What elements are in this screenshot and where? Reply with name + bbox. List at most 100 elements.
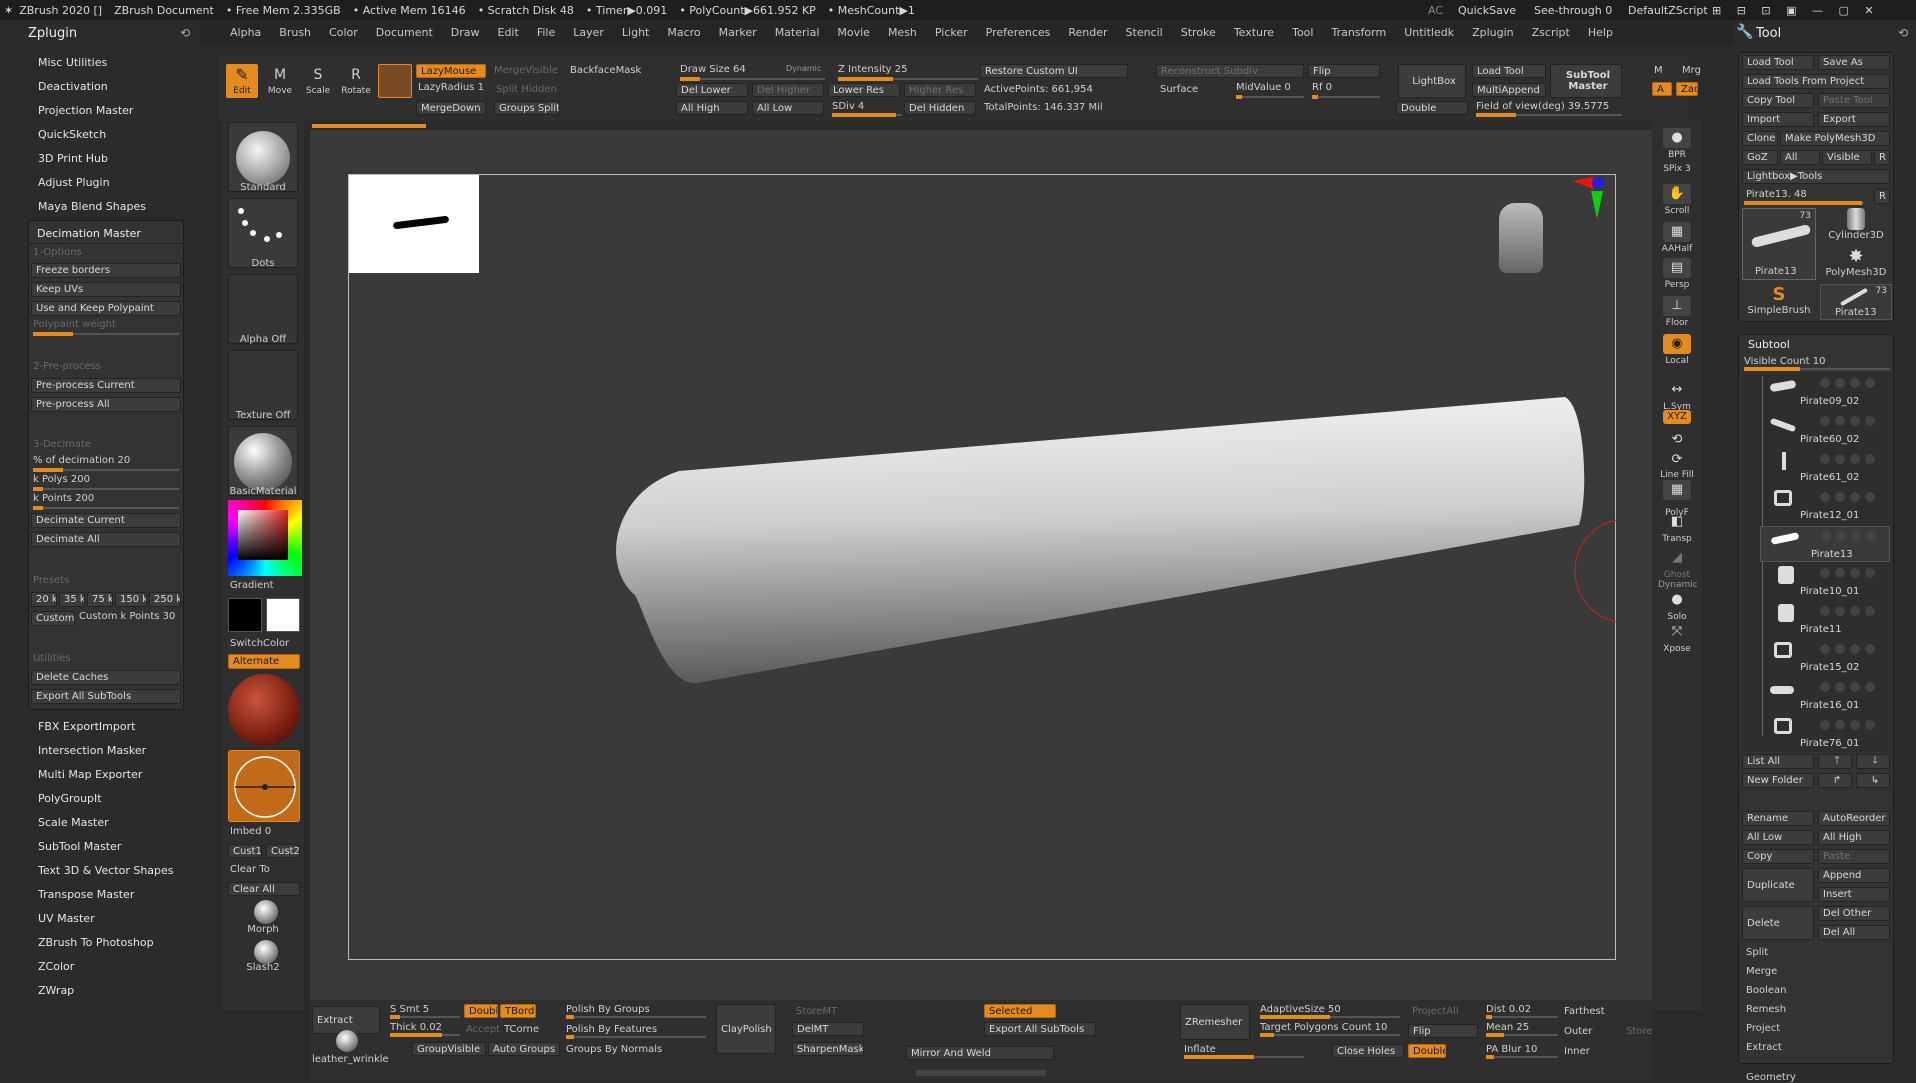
solo-button[interactable]: ● Solo — [1658, 590, 1696, 622]
plugin-transpose-master[interactable]: Transpose Master — [38, 888, 134, 901]
dist-slider[interactable]: Dist 0.02 — [1486, 1004, 1531, 1015]
delhigher-button[interactable]: Del Higher — [752, 83, 824, 97]
paste-tool-button[interactable]: Paste Tool — [1818, 93, 1890, 108]
menu-document[interactable]: Document — [376, 26, 433, 39]
plugin-uv-master[interactable]: UV Master — [38, 912, 95, 925]
menu-transform[interactable]: Transform — [1331, 26, 1386, 39]
copy-tool-button[interactable]: Copy Tool — [1742, 93, 1814, 108]
preprocess-all-button[interactable]: Pre-process All — [31, 397, 181, 412]
tcorne-toggle[interactable]: TCorne — [504, 1024, 539, 1035]
preset-75k[interactable]: 75 k — [87, 592, 113, 607]
subtool-title[interactable]: Subtool — [1748, 338, 1790, 351]
secondary-color-swatch[interactable] — [228, 598, 262, 632]
tool-thumb-polymesh3d[interactable]: ✸ PolyMesh3D — [1820, 246, 1892, 280]
floor-button[interactable]: ⊥ Floor — [1658, 296, 1696, 328]
switchcolor-button[interactable]: SwitchColor — [230, 638, 289, 649]
subtool-visibility-icons[interactable] — [1820, 720, 1890, 732]
subtool-row-7[interactable]: Pirate11 — [1760, 602, 1890, 638]
export-button[interactable]: Export — [1818, 112, 1890, 127]
menu-preferences[interactable]: Preferences — [986, 26, 1051, 39]
polish-features-track[interactable] — [566, 1035, 706, 1039]
split-section[interactable]: Split — [1746, 947, 1768, 958]
subtool-row-6[interactable]: Pirate10_01 — [1760, 564, 1890, 600]
polypaint-weight-slider[interactable]: Polypaint weight — [33, 319, 116, 330]
freeze-borders-toggle[interactable]: Freeze borders — [31, 263, 181, 278]
delhidden-button[interactable]: Del Hidden — [904, 101, 976, 115]
decimate-current-button[interactable]: Decimate Current — [31, 513, 181, 528]
mrg-button[interactable]: Mrg — [1682, 65, 1701, 76]
subtool-visibility-icons[interactable] — [1820, 378, 1890, 390]
kpolys-slider[interactable]: k Polys 200 — [33, 474, 90, 485]
plugin-maya-blend[interactable]: Maya Blend Shapes — [38, 200, 146, 213]
rotate-y-icon[interactable]: ⟲ — [1658, 430, 1696, 452]
plugin-zcolor[interactable]: ZColor — [38, 960, 74, 973]
sdiv-slider[interactable]: SDiv 4 — [832, 101, 864, 112]
slash2-brush-icon[interactable] — [254, 940, 278, 964]
xpose-button[interactable]: ⤧ Xpose — [1658, 622, 1696, 654]
cust2-button[interactable]: Cust2 — [266, 844, 300, 858]
lazyradius-slider[interactable]: LazyRadius 1 — [418, 82, 484, 93]
farthest-toggle[interactable]: Farthest — [1564, 1006, 1605, 1017]
duplicate-button[interactable]: Duplicate — [1742, 868, 1814, 902]
mergevisible-button[interactable]: MergeVisible — [494, 65, 558, 76]
window-controls[interactable]: ⊞ ⊟ ⊡ ▣ — ▢ ✕ — [1712, 4, 1880, 17]
gradient-label[interactable]: Gradient — [230, 580, 274, 591]
extract-section[interactable]: Extract — [1746, 1042, 1782, 1053]
document-canvas[interactable] — [348, 174, 1617, 960]
folder-out-button[interactable]: ↳ — [1856, 773, 1890, 788]
drawsize-track[interactable] — [680, 77, 825, 81]
backfacemask-toggle[interactable]: BackfaceMask — [570, 65, 641, 76]
subtool-row-4[interactable]: Pirate12_01 — [1760, 488, 1890, 524]
preset-20k[interactable]: 20 k — [31, 592, 57, 607]
plugin-misc-utilities[interactable]: Misc Utilities — [38, 56, 107, 69]
subtool-visibility-icons[interactable] — [1820, 644, 1890, 656]
midvalue-track[interactable] — [1236, 95, 1304, 99]
tbord-toggle[interactable]: TBord — [500, 1004, 536, 1018]
groupvisible-button[interactable]: GroupVisible — [412, 1042, 486, 1056]
menu-untitledk[interactable]: Untitledk — [1404, 26, 1454, 39]
zintensity-track[interactable] — [838, 77, 978, 81]
goz-all-button[interactable]: All — [1780, 150, 1820, 165]
plugin-projection-master[interactable]: Projection Master — [38, 104, 133, 117]
scale-button[interactable]: S Scale — [302, 64, 334, 98]
storemt-button[interactable]: StoreMT — [796, 1006, 837, 1017]
zadd-button[interactable]: Zad — [1676, 82, 1698, 96]
plugin-deactivation[interactable]: Deactivation — [38, 80, 108, 93]
current-brush-icon[interactable] — [378, 64, 412, 98]
drawsize-slider[interactable]: Draw Size 64 — [680, 64, 746, 75]
preset-custom[interactable]: Custom — [31, 611, 75, 626]
accept-button[interactable]: Accept — [466, 1024, 500, 1035]
ssmt-slider[interactable]: S Smt 5 — [390, 1004, 429, 1015]
leather-wrinkle-icon[interactable] — [336, 1030, 358, 1052]
menu-movie[interactable]: Movie — [837, 26, 870, 39]
tool-thumb-simplebrush[interactable]: S SimpleBrush — [1742, 284, 1816, 320]
menu-help[interactable]: Help — [1588, 26, 1613, 39]
plugin-fbx[interactable]: FBX ExportImport — [38, 720, 135, 733]
folder-move-button[interactable]: ↱ — [1818, 773, 1852, 788]
list-all-button[interactable]: List All — [1742, 754, 1814, 769]
inflate-slider[interactable]: Inflate — [1184, 1044, 1216, 1055]
ssmt-track[interactable] — [390, 1015, 460, 1019]
append-button[interactable]: Append — [1818, 868, 1890, 883]
tool-r-button[interactable]: R — [1874, 189, 1890, 204]
polish-by-features-slider[interactable]: Polish By Features — [566, 1024, 657, 1035]
menu-light[interactable]: Light — [622, 26, 649, 39]
all-low-button[interactable]: All Low — [1742, 830, 1814, 845]
lightbox-tools-button[interactable]: Lightbox▶Tools — [1742, 169, 1890, 184]
new-folder-button[interactable]: New Folder — [1742, 773, 1814, 788]
export-all-subtools-button[interactable]: Export All SubTools — [31, 689, 181, 704]
pablur-track[interactable] — [1486, 1055, 1558, 1059]
preprocess-current-button[interactable]: Pre-process Current — [31, 378, 181, 393]
menu-zscript[interactable]: Zscript — [1532, 26, 1570, 39]
subtool-row-8[interactable]: Pirate15_02 — [1760, 640, 1890, 676]
shelf-scroll-handle[interactable] — [916, 1070, 1046, 1076]
reconstruct-subdiv-button[interactable]: Reconstruct Subdiv — [1156, 64, 1304, 78]
plugin-intersection-masker[interactable]: Intersection Masker — [38, 744, 146, 757]
projectall-button[interactable]: ProjectAll — [1412, 1006, 1459, 1017]
export-all-subtools-bottom[interactable]: Export All SubTools — [984, 1022, 1096, 1036]
linefill-button[interactable]: Line Fill ▦ — [1658, 470, 1696, 502]
tool-thumb-cylinder3d[interactable]: Cylinder3D — [1820, 208, 1892, 244]
tool-thumb-pirate13-b[interactable]: 73 Pirate13 — [1820, 284, 1892, 320]
subtool-row-10[interactable]: Pirate76_01 — [1760, 716, 1890, 752]
tool-thumb-pirate13[interactable]: 73 Pirate13 — [1742, 208, 1816, 280]
